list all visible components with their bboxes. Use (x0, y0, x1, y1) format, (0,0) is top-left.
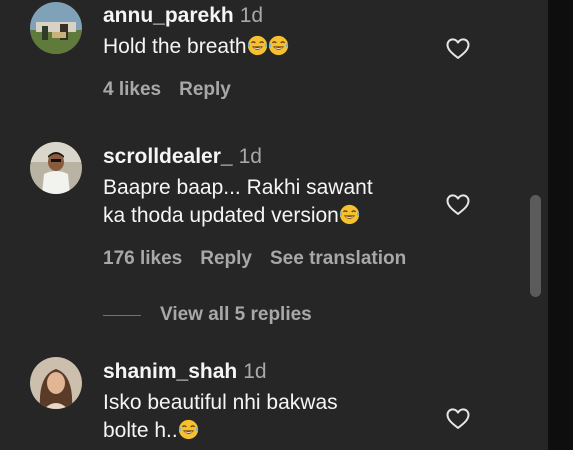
window-edge (548, 0, 573, 450)
comment-text: Hold the breath (103, 33, 443, 61)
tears-of-joy-emoji-icon (268, 35, 289, 56)
reply-button[interactable]: Reply (179, 79, 231, 100)
heart-icon[interactable] (444, 34, 472, 62)
comment-text-line: Baapre baap... Rakhi sawant (103, 176, 373, 199)
username[interactable]: scrolldealer_ (103, 145, 233, 168)
username[interactable]: annu_parekh (103, 4, 234, 27)
heart-icon[interactable] (444, 190, 472, 218)
comment-text: Baapre baap... Rakhi sawant ka thoda upd… (103, 174, 443, 230)
comment-header: shanim_shah 1d (103, 360, 267, 384)
comment-header: annu_parekh 1d (103, 4, 263, 28)
scrollbar-thumb[interactable] (530, 195, 541, 297)
comment-text-line: bolte h.. (103, 419, 178, 442)
view-all-replies-button[interactable]: View all 5 replies (160, 304, 312, 326)
comments-panel: annu_parekh 1d Hold the breath 4 likes Rep… (0, 0, 548, 450)
tears-of-joy-emoji-icon (339, 204, 360, 225)
reply-button[interactable]: Reply (200, 248, 252, 269)
tears-of-joy-emoji-icon (178, 419, 199, 440)
timestamp: 1d (239, 4, 264, 27)
comment-text: Isko beautiful nhi bakwas bolte h.. (103, 389, 443, 445)
heart-icon[interactable] (444, 404, 472, 432)
timestamp: 1d (243, 360, 267, 383)
likes-count[interactable]: 4 likes (103, 79, 161, 100)
comment-actions: 176 likes Reply See translation (103, 248, 424, 270)
likes-count[interactable]: 176 likes (103, 248, 182, 269)
username[interactable]: shanim_shah (103, 360, 237, 383)
avatar[interactable] (30, 357, 82, 409)
comment-text-line: ka thoda updated version (103, 204, 339, 227)
comment-actions: 4 likes Reply (103, 79, 249, 101)
comment-header: scrolldealer_ 1d (103, 145, 262, 169)
tears-of-joy-emoji-icon (247, 35, 268, 56)
avatar[interactable] (30, 2, 82, 54)
avatar[interactable] (30, 142, 82, 194)
timestamp: 1d (238, 145, 262, 168)
comment-text-line: Hold the breath (103, 35, 247, 58)
comment-text-line: Isko beautiful nhi bakwas (103, 391, 338, 414)
see-translation-button[interactable]: See translation (270, 248, 406, 269)
divider (103, 315, 141, 316)
